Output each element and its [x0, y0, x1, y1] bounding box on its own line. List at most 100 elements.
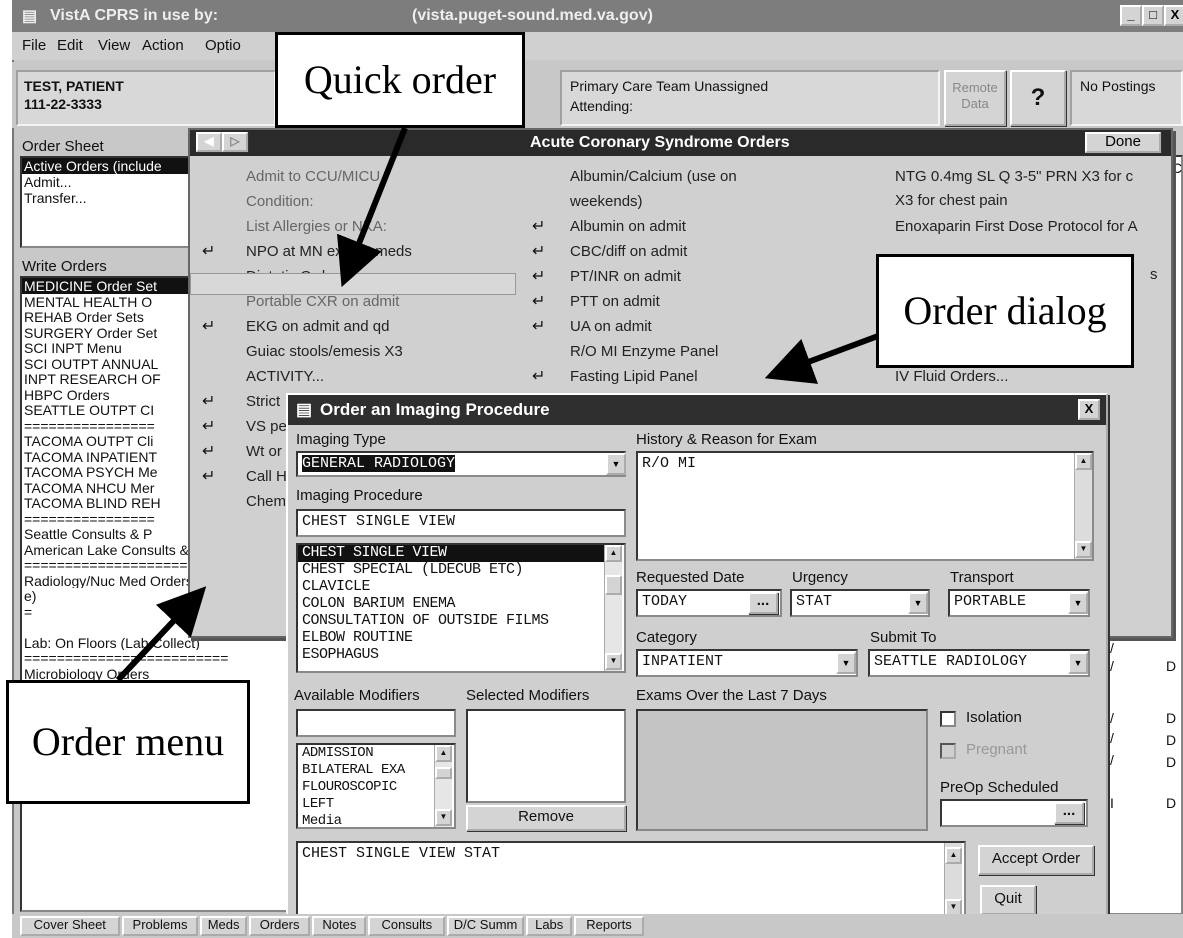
quick-order-item[interactable]: Admit to CCU/MICU — [246, 168, 380, 185]
postings-box[interactable]: No Postings — [1070, 70, 1183, 126]
pregnant-checkbox[interactable] — [940, 743, 956, 759]
quit-button[interactable]: Quit — [980, 885, 1036, 915]
tab-cover-sheet[interactable]: Cover Sheet — [20, 916, 120, 936]
quick-order-item[interactable]: Call H — [246, 468, 287, 485]
team-box[interactable]: Primary Care Team Unassigned Attending: — [560, 70, 940, 126]
chevron-down-icon[interactable]: ▼ — [836, 652, 856, 674]
quick-order-item[interactable]: Albumin/Calcium (use on — [570, 168, 737, 185]
menu-view[interactable]: View — [98, 37, 130, 54]
scroll-up-icon[interactable]: ▲ — [435, 745, 452, 762]
tab-d-c-summ[interactable]: D/C Summ — [447, 916, 524, 936]
menu-file[interactable]: File — [22, 37, 46, 54]
order-text-scrollbar[interactable]: ▲ ▼ — [944, 843, 962, 919]
done-button[interactable]: Done — [1085, 132, 1161, 153]
tab-meds[interactable]: Meds — [200, 916, 247, 936]
quick-order-item[interactable]: Strict — [246, 393, 280, 410]
available-modifiers-list[interactable]: ADMISSION BILATERAL EXA FLOUROSCOPIC LEFT Me… — [296, 743, 456, 829]
dialog-close-icon[interactable]: X — [1078, 399, 1100, 420]
selected-modifiers-list[interactable] — [466, 709, 626, 803]
remote-data-button[interactable]: Remote Data — [944, 70, 1006, 126]
menu-action[interactable]: Action — [142, 37, 184, 54]
modifier-list-item[interactable]: Media — [298, 813, 434, 827]
quick-order-item[interactable]: IV Fluid Orders... — [895, 368, 1008, 385]
quick-order-item[interactable]: NPO at MN except meds — [246, 243, 412, 260]
order-sheet-item[interactable]: Active Orders (include — [22, 158, 190, 174]
tab-orders[interactable]: Orders — [248, 916, 311, 936]
scroll-down-icon[interactable]: ▼ — [1075, 541, 1092, 558]
modifier-list-item[interactable]: BILATERAL EXA — [298, 762, 434, 779]
modifier-search-input[interactable] — [296, 709, 456, 737]
procedure-list-item[interactable]: CHEST SINGLE VIEW — [298, 545, 604, 562]
quick-order-item[interactable]: NTG 0.4mg SL Q 3-5" PRN X3 for c — [895, 168, 1133, 185]
scroll-thumb[interactable] — [605, 575, 622, 595]
scroll-up-icon[interactable]: ▲ — [1075, 453, 1092, 470]
procedure-list-item[interactable]: CONSULTATION OF OUTSIDE FILMS — [298, 613, 604, 630]
history-scrollbar[interactable]: ▲ ▼ — [1074, 453, 1092, 559]
write-orders-item[interactable]: ========================= — [22, 650, 286, 665]
minimize-button[interactable]: _ — [1120, 5, 1142, 26]
modifier-list-item[interactable]: FLOUROSCOPIC — [298, 779, 434, 796]
procedure-list-item[interactable]: COLON BARIUM ENEMA — [298, 596, 604, 613]
quick-order-item[interactable]: Enoxaparin First Dose Protocol for A — [895, 218, 1138, 235]
write-orders-item[interactable]: Microbiology Orders — [22, 666, 286, 681]
maximize-button[interactable]: □ — [1142, 5, 1164, 26]
accept-order-button[interactable]: Accept Order — [978, 845, 1094, 875]
scroll-thumb[interactable] — [435, 767, 452, 779]
modifier-list-item[interactable]: ADMISSION — [298, 745, 434, 762]
quick-order-item[interactable]: Chem — [246, 493, 286, 510]
procedure-list-item[interactable]: CLAVICLE — [298, 579, 604, 596]
quick-order-item[interactable]: List Allergies or NKA: — [246, 218, 387, 235]
forward-arrow-icon[interactable]: ▷ — [222, 132, 248, 152]
chevron-down-icon[interactable]: ▼ — [1068, 592, 1088, 614]
quick-order-item[interactable]: s — [1150, 266, 1158, 283]
quick-order-item[interactable]: X3 for chest pain — [895, 192, 1008, 209]
quick-order-item[interactable]: Condition: — [246, 193, 314, 210]
quick-order-item[interactable]: Guiac stools/emesis X3 — [246, 343, 403, 360]
imaging-type-select[interactable]: GENERAL RADIOLOGY — [296, 451, 626, 477]
procedure-list-item[interactable]: CHEST SPECIAL (LDECUB ETC) — [298, 562, 604, 579]
scroll-up-icon[interactable]: ▲ — [945, 847, 962, 864]
close-button[interactable]: X — [1164, 5, 1183, 26]
scroll-down-icon[interactable]: ▼ — [605, 653, 622, 670]
tab-notes[interactable]: Notes — [312, 916, 367, 936]
chevron-down-icon[interactable]: ▼ — [1068, 652, 1088, 674]
quick-order-item[interactable]: ACTIVITY... — [246, 368, 324, 385]
tab-problems[interactable]: Problems — [121, 916, 199, 936]
quick-order-item[interactable]: PT/INR on admit — [570, 268, 681, 285]
procedure-list-item[interactable]: ESOPHAGUS — [298, 647, 604, 664]
quick-order-item[interactable]: weekends) — [570, 193, 643, 210]
quick-order-item[interactable]: EKG on admit and qd — [246, 318, 389, 335]
procedure-list[interactable]: CHEST SINGLE VIEW CHEST SPECIAL (LDECUB E… — [296, 543, 626, 673]
quick-order-item[interactable]: UA on admit — [570, 318, 652, 335]
order-sheet-item[interactable]: Transfer... — [22, 190, 190, 206]
procedure-list-item[interactable]: ELBOW ROUTINE — [298, 630, 604, 647]
procedure-input[interactable]: CHEST SINGLE VIEW — [296, 509, 626, 537]
quick-order-item[interactable]: CBC/diff on admit — [570, 243, 687, 260]
chevron-down-icon[interactable]: ▼ — [606, 453, 626, 475]
date-picker-button[interactable]: ... — [748, 592, 778, 614]
scroll-up-icon[interactable]: ▲ — [605, 545, 622, 562]
quick-order-item[interactable]: Fasting Lipid Panel — [570, 368, 698, 385]
tab-consults[interactable]: Consults — [368, 916, 446, 936]
modifier-scrollbar[interactable]: ▲ ▼ — [434, 745, 452, 827]
category-select[interactable]: INPATIENT — [636, 649, 858, 677]
order-sheet-list[interactable]: Active Orders (include Admit... Transfer… — [20, 156, 192, 248]
scroll-down-icon[interactable]: ▼ — [435, 809, 452, 826]
preop-picker-button[interactable]: ... — [1054, 802, 1084, 824]
quick-order-item[interactable]: Wt or — [246, 443, 282, 460]
order-text-box[interactable]: CHEST SINGLE VIEW STAT — [296, 841, 966, 921]
tab-labs[interactable]: Labs — [526, 916, 573, 936]
quick-order-item[interactable]: Portable CXR on admit — [246, 293, 399, 310]
order-sheet-item[interactable]: Admit... — [22, 174, 190, 190]
isolation-checkbox[interactable] — [940, 711, 956, 727]
help-button[interactable]: ? — [1010, 70, 1066, 126]
submit-to-select[interactable]: SEATTLE RADIOLOGY — [868, 649, 1090, 677]
quick-order-item[interactable]: VS pe — [246, 418, 287, 435]
history-textarea[interactable]: R/O MI — [636, 451, 1094, 561]
procedure-scrollbar[interactable]: ▲ ▼ — [604, 545, 622, 671]
back-arrow-icon[interactable]: ◀ — [196, 132, 222, 152]
quick-order-item[interactable]: Albumin on admit — [570, 218, 686, 235]
patient-box[interactable]: TEST, PATIENT 111-22-3333 — [16, 70, 276, 126]
quick-order-item[interactable]: PTT on admit — [570, 293, 660, 310]
modifier-list-item[interactable]: LEFT — [298, 796, 434, 813]
